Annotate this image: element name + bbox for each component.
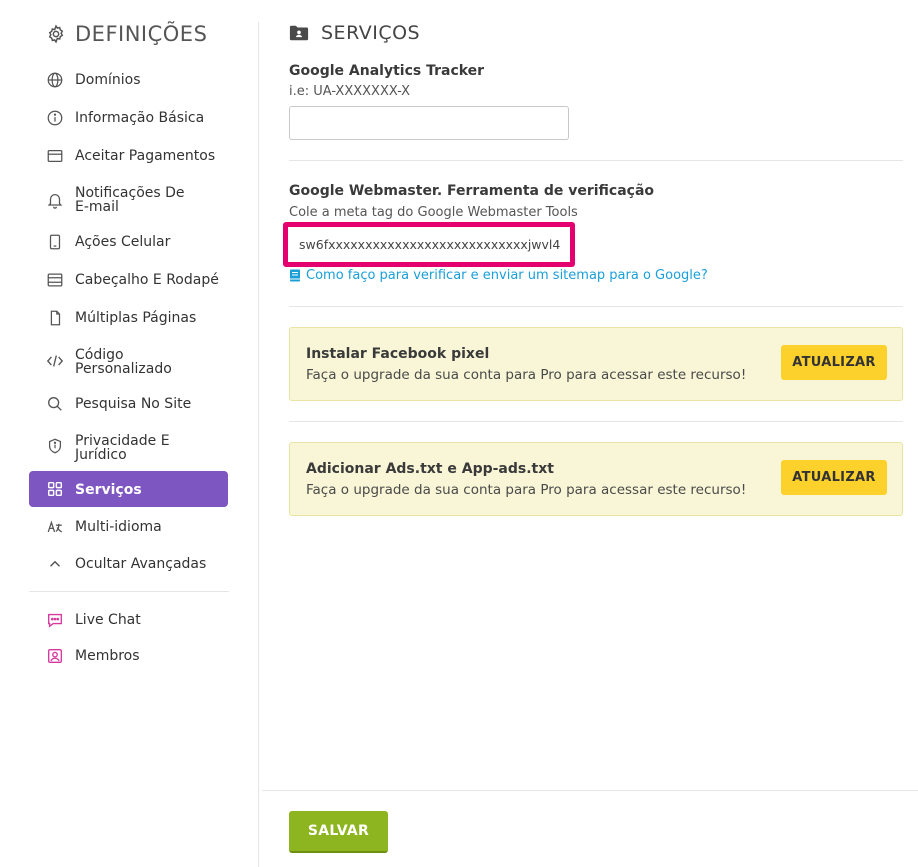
upgrade-card-title: Adicionar Ads.txt e App-ads.txt [306, 461, 554, 477]
chat-icon [48, 613, 62, 628]
sidebar-item-privacidade-juridico[interactable]: Privacidade E Jurídico [29, 431, 228, 463]
bell-icon [47, 193, 63, 209]
sidebar-item-multi-idioma[interactable]: Multi-idioma [29, 517, 228, 537]
translate-icon [47, 520, 63, 533]
upgrade-button[interactable]: ATUALIZAR [781, 460, 887, 495]
save-button[interactable]: SALVAR [289, 811, 388, 853]
sidebar-item-label: Aceitar Pagamentos [75, 148, 216, 164]
sidebar-item-live-chat[interactable]: Live Chat [29, 610, 228, 630]
divider [289, 421, 903, 422]
upgrade-button[interactable]: ATUALIZAR [781, 345, 887, 380]
sidebar-item-label: Privacidade E Jurídico [75, 433, 170, 463]
analytics-label: Google Analytics Tracker [289, 63, 485, 79]
sidebar-item-label: Membros [75, 648, 140, 664]
ads-txt-upgrade-card: Adicionar Ads.txt e App-ads.txt Faça o u… [289, 442, 903, 516]
sidebar-item-pesquisa-no-site[interactable]: Pesquisa No Site [29, 394, 228, 414]
upgrade-card-title: Instalar Facebook pixel [306, 346, 490, 362]
sitemap-help-link[interactable]: Como faço para verificar e enviar um sit… [289, 268, 708, 283]
sidebar-item-cabecalho-rodape[interactable]: Cabeçalho E Rodapé [29, 270, 228, 290]
webmaster-hint: Cole a meta tag do Google Webmaster Tool… [289, 205, 578, 220]
sidebar-item-label: Cabeçalho E Rodapé [75, 272, 219, 288]
sitemap-help-link-text: Como faço para verificar e enviar um sit… [306, 268, 708, 283]
folder-user-icon [289, 25, 309, 41]
sidebar-title-text: DEFINIÇÕES [75, 22, 208, 46]
gear-icon [48, 24, 64, 44]
sidebar-item-codigo-personalizado[interactable]: Código Personalizado [29, 345, 228, 377]
webmaster-verification-input[interactable]: sw6fxxxxxxxxxxxxxxxxxxxxxxxxxxxjwvl4 [289, 227, 572, 262]
page-title-text: SERVIÇOS [321, 22, 421, 44]
sidebar-item-acoes-celular[interactable]: Ações Celular [29, 232, 228, 252]
sidebar-item-label: Serviços [75, 482, 142, 498]
book-icon [290, 269, 300, 282]
sidebar-item-membros[interactable]: Membros [29, 646, 228, 666]
sidebar-item-label: Informação Básica [75, 110, 205, 126]
sidebar-item-notificacoes-email[interactable]: Notificações De E-mail [29, 183, 228, 215]
sidebar-border [258, 22, 259, 867]
sidebar-item-multiplas-paginas[interactable]: Múltiplas Páginas [29, 308, 228, 328]
sidebar-item-aceitar-pagamentos[interactable]: Aceitar Pagamentos [29, 146, 228, 166]
globe-icon [47, 72, 63, 88]
sidebar-item-label: Live Chat [75, 612, 141, 628]
facebook-pixel-upgrade-card: Instalar Facebook pixel Faça o upgrade d… [289, 327, 903, 401]
sidebar-item-dominios[interactable]: Domínios [29, 70, 228, 90]
webmaster-label: Google Webmaster. Ferramenta de verifica… [289, 183, 655, 199]
card-icon [47, 149, 63, 163]
layout-icon [47, 273, 63, 287]
info-icon [47, 110, 63, 126]
settings-sidebar: DEFINIÇÕES Domínios Informação Básica Ac… [0, 0, 259, 867]
upgrade-card-description: Faça o upgrade da sua conta para Pro par… [306, 482, 747, 498]
sidebar-item-label: Notificações De E-mail [75, 185, 185, 215]
sidebar-item-label: Multi-idioma [75, 519, 162, 535]
sidebar-item-label: Pesquisa No Site [75, 396, 192, 412]
chevron-up-icon [49, 560, 61, 567]
members-icon [48, 649, 62, 663]
sidebar-item-label: Ocultar Avançadas [75, 556, 207, 572]
sidebar-item-ocultar-avancadas[interactable]: Ocultar Avançadas [29, 554, 228, 574]
sidebar-title: DEFINIÇÕES [46, 22, 207, 46]
divider [289, 160, 903, 161]
analytics-hint: i.e: UA-XXXXXXX-X [289, 84, 411, 99]
sidebar-item-label: Domínios [75, 72, 141, 88]
sidebar-divider [29, 591, 229, 592]
code-icon [46, 355, 64, 367]
upgrade-card-description: Faça o upgrade da sua conta para Pro par… [306, 367, 747, 383]
divider [289, 306, 903, 307]
sidebar-item-label: Ações Celular [75, 234, 171, 250]
search-icon [48, 397, 62, 411]
sidebar-item-informacao-basica[interactable]: Informação Básica [29, 108, 228, 128]
sidebar-item-label: Múltiplas Páginas [75, 310, 197, 326]
footer-divider [262, 790, 918, 791]
grid-icon [47, 481, 63, 497]
page-title: SERVIÇOS [289, 22, 420, 44]
mobile-icon [49, 234, 61, 250]
shield-icon [48, 438, 62, 454]
sidebar-item-label: Código Personalizado [75, 347, 172, 377]
analytics-tracker-input[interactable] [289, 106, 569, 140]
pages-icon [50, 310, 61, 326]
sidebar-item-servicos[interactable]: Serviços [29, 471, 228, 507]
